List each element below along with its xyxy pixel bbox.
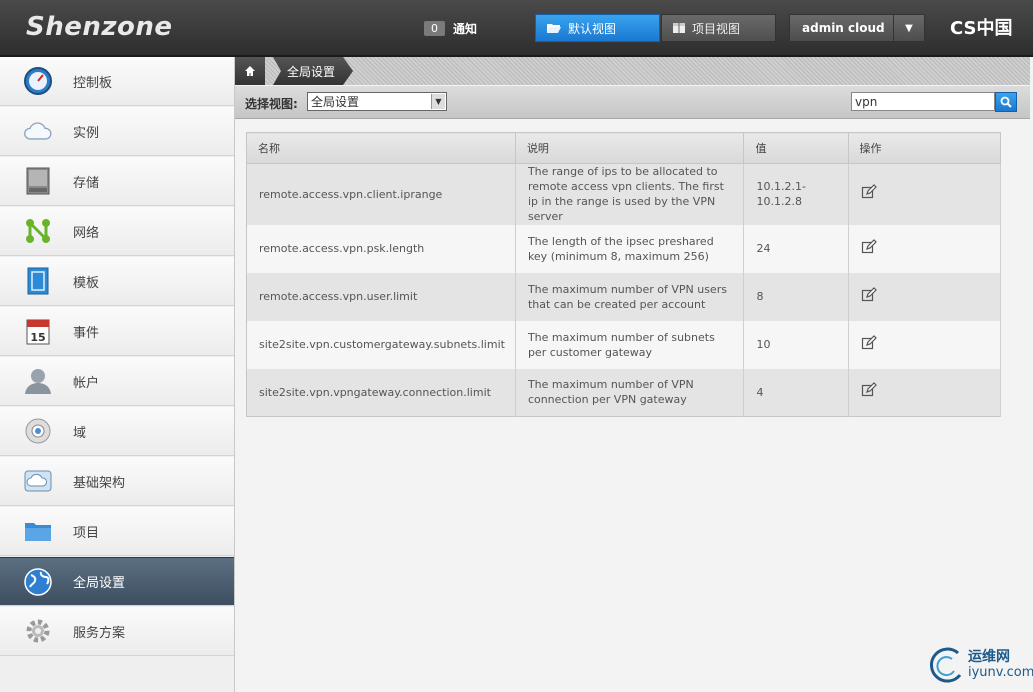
breadcrumb-current[interactable]: 全局设置 [273,57,353,85]
folder-open-icon [547,24,561,33]
sidebar-item-label: 存储 [73,175,100,191]
view-select-label: 选择视图: [245,97,298,111]
edit-icon[interactable] [861,382,877,398]
table-row[interactable]: remote.access.vpn.psk.length The length … [246,224,1002,273]
setting-name: remote.access.vpn.psk.length [246,224,516,273]
column-header-actions: 操作 [848,132,1002,164]
settings-table: 名称 说明 值 操作 remote.access.vpn.client.ipra… [246,132,1002,417]
domain-icon [23,416,53,446]
edit-icon[interactable] [861,238,877,255]
setting-name: remote.access.vpn.user.limit [246,272,516,321]
project-view-label: 项目视图 [692,21,741,36]
watermark-logo-icon [930,647,962,683]
home-icon[interactable] [235,57,265,85]
sidebar-item-events[interactable]: 15 事件 [0,307,234,356]
setting-value: 4 [743,368,849,417]
setting-name: site2site.vpn.customergateway.subnets.li… [246,320,516,369]
sidebar-item-domains[interactable]: 域 [0,407,234,456]
setting-value: 24 [743,224,849,273]
sidebar-item-label: 实例 [73,125,100,141]
cloud-icon [23,116,53,146]
search-button[interactable] [995,92,1017,112]
column-header-description[interactable]: 说明 [515,132,745,164]
sidebar-item-label: 基础架构 [73,475,126,491]
sidebar-item-instances[interactable]: 实例 [0,107,234,156]
watermark-en: iyunv.com [968,665,1033,680]
setting-name: site2site.vpn.vpngateway.connection.limi… [246,368,516,417]
project-view-button[interactable]: 项目视图 [661,14,776,42]
app-logo[interactable]: Shenzone [26,12,173,42]
sidebar-item-label: 项目 [73,525,100,541]
notification-count: 0 [424,21,445,36]
dashboard-icon [23,66,53,96]
setting-description: The maximum number of subnets per custom… [515,320,745,369]
column-header-value[interactable]: 值 [743,132,849,164]
setting-description: The maximum number of VPN connection per… [515,368,745,417]
user-name: admin cloud [802,21,885,35]
user-menu[interactable]: admin cloud ▼ [789,14,925,42]
sidebar-item-label: 事件 [73,325,100,341]
search-icon [1000,96,1012,108]
setting-value: 10 [743,320,849,369]
brand-logo: CS中国 [950,18,1013,39]
top-bar: Shenzone 0 通知 默认视图 项目视图 admin cloud ▼ CS… [0,0,1033,57]
sidebar-item-global-settings[interactable]: 全局设置 [0,557,234,606]
table-row[interactable]: site2site.vpn.vpngateway.connection.limi… [246,368,1002,417]
notifications[interactable]: 0 通知 [424,20,477,37]
svg-text:15: 15 [30,331,45,344]
edit-icon[interactable] [861,184,877,200]
edit-icon[interactable] [861,286,877,303]
table-row[interactable]: remote.access.vpn.client.iprange The ran… [246,163,1002,225]
sidebar-item-label: 网络 [73,225,100,241]
default-view-button[interactable]: 默认视图 [535,14,660,42]
setting-description: The maximum number of VPN users that can… [515,272,745,321]
setting-name: remote.access.vpn.client.iprange [246,163,516,225]
sidebar-item-service-offerings[interactable]: 服务方案 [0,607,234,656]
sidebar-item-label: 模板 [73,275,100,291]
column-header-name[interactable]: 名称 [246,132,516,164]
chevron-down-icon[interactable]: ▼ [893,15,924,41]
setting-value: 8 [743,272,849,321]
project-icon [673,23,685,33]
sidebar-item-accounts[interactable]: 帐户 [0,357,234,406]
calendar-icon: 15 [23,316,53,346]
edit-icon[interactable] [861,334,877,351]
sidebar-item-network[interactable]: 网络 [0,207,234,256]
sidebar-item-infrastructure[interactable]: 基础架构 [0,457,234,506]
chevron-down-icon: ▼ [431,94,445,109]
sidebar-item-storage[interactable]: 存储 [0,157,234,206]
sidebar-item-dashboard[interactable]: 控制板 [0,57,234,106]
filter-bar: 选择视图: 全局设置 ▼ vpn [235,86,1030,119]
infrastructure-icon [23,466,53,496]
storage-icon [23,166,53,196]
view-select-value: 全局设置 [311,95,360,109]
view-select[interactable]: 全局设置 ▼ [307,92,447,111]
setting-description: The length of the ipsec preshared key (m… [515,224,745,273]
network-icon [23,216,53,246]
search-input[interactable]: vpn [851,92,995,111]
gear-icon [23,616,53,646]
sidebar-item-templates[interactable]: 模板 [0,257,234,306]
default-view-label: 默认视图 [568,21,617,36]
sidebar-item-label: 服务方案 [73,625,126,641]
template-icon [23,266,53,296]
table-row[interactable]: site2site.vpn.customergateway.subnets.li… [246,320,1002,369]
sidebar: 控制板 实例 存储 网络 模板 15 事件 帐户 域 基础架构 项目 全局设置 [0,57,235,692]
user-icon [23,366,53,396]
sidebar-item-label: 控制板 [73,75,113,91]
notification-label: 通知 [453,22,478,36]
table-row[interactable]: remote.access.vpn.user.limit The maximum… [246,272,1002,321]
sidebar-item-label: 全局设置 [73,576,126,591]
sidebar-item-label: 帐户 [73,375,100,391]
folder-icon [23,516,53,546]
setting-value: 10.1.2.1-10.1.2.8 [743,163,849,225]
sidebar-item-projects[interactable]: 项目 [0,507,234,556]
breadcrumb: 全局设置 [235,57,1030,85]
watermark: 运维网 iyunv.com [930,645,1033,685]
sidebar-item-label: 域 [73,425,87,441]
globe-icon [23,567,53,597]
setting-description: The range of ips to be allocated to remo… [515,163,745,225]
watermark-cn: 运维网 [968,649,1010,665]
